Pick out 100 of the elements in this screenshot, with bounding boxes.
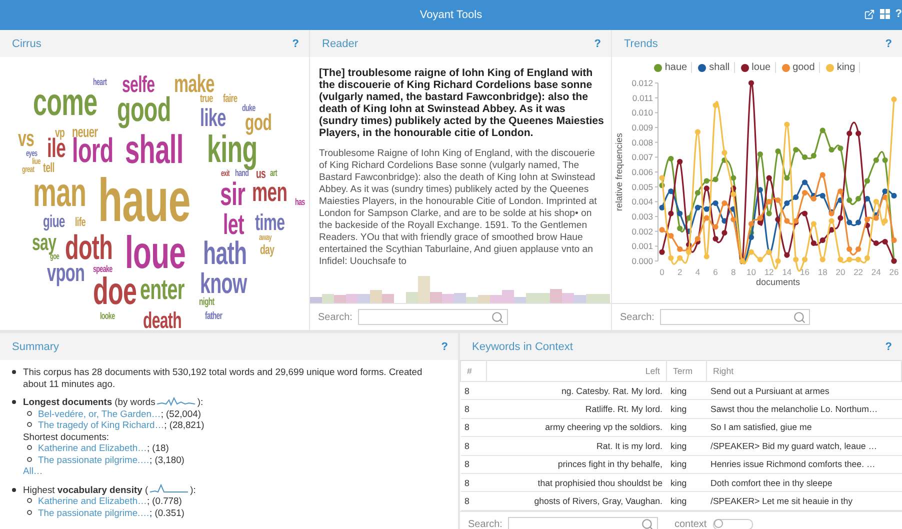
data-point[interactable] bbox=[882, 194, 888, 200]
cloud-word[interactable]: eyes bbox=[26, 150, 38, 158]
data-point[interactable] bbox=[668, 210, 674, 216]
data-point[interactable] bbox=[730, 191, 736, 198]
column-header[interactable]: # bbox=[460, 360, 486, 382]
document-link[interactable]: The passionate pilgrime.… bbox=[38, 454, 150, 465]
search-field[interactable] bbox=[508, 516, 658, 529]
column-header[interactable]: Term bbox=[666, 360, 706, 382]
cloud-word[interactable]: duke bbox=[242, 105, 256, 114]
legend-item[interactable]: shall bbox=[698, 62, 735, 73]
cloud-word[interactable]: enter bbox=[140, 278, 184, 302]
slider-thumb[interactable] bbox=[714, 519, 723, 528]
data-point[interactable] bbox=[846, 130, 852, 136]
help-button[interactable]: ? bbox=[594, 38, 601, 50]
cloud-word[interactable]: men bbox=[252, 181, 288, 204]
help-button[interactable]: ? bbox=[292, 38, 299, 50]
data-point[interactable] bbox=[810, 240, 816, 246]
data-point[interactable] bbox=[810, 196, 816, 202]
cloud-word[interactable]: hath bbox=[203, 240, 247, 268]
data-point[interactable] bbox=[659, 249, 665, 255]
cloud-word[interactable]: death bbox=[143, 311, 182, 330]
data-point[interactable] bbox=[694, 204, 700, 210]
data-point[interactable] bbox=[686, 215, 692, 221]
data-point[interactable] bbox=[766, 175, 772, 181]
cloud-word[interactable]: speake bbox=[93, 266, 112, 274]
data-point[interactable] bbox=[766, 198, 772, 204]
cloud-word[interactable]: make bbox=[174, 74, 214, 95]
data-point[interactable] bbox=[748, 249, 754, 255]
data-point[interactable] bbox=[730, 206, 736, 212]
cloud-word[interactable]: god bbox=[245, 113, 272, 132]
cloud-word[interactable]: vs bbox=[18, 129, 34, 148]
data-point[interactable] bbox=[784, 200, 790, 206]
cloud-word[interactable]: doth bbox=[65, 234, 113, 264]
cloud-word[interactable]: doe bbox=[93, 276, 137, 308]
cloud-word[interactable]: life bbox=[75, 217, 86, 228]
data-point[interactable] bbox=[873, 240, 879, 246]
data-point[interactable] bbox=[730, 186, 736, 192]
data-point[interactable] bbox=[864, 216, 870, 222]
cloud-word[interactable]: giue bbox=[43, 215, 65, 230]
data-point[interactable] bbox=[802, 210, 808, 216]
cloud-word[interactable]: loue bbox=[125, 234, 186, 273]
cloud-word[interactable]: ile bbox=[47, 137, 66, 160]
cloud-word[interactable]: night bbox=[199, 299, 214, 308]
data-point[interactable] bbox=[838, 188, 844, 194]
document-link[interactable]: Katherine and Elizabeth… bbox=[38, 495, 147, 506]
data-point[interactable] bbox=[704, 206, 710, 212]
cloud-word[interactable]: has bbox=[295, 199, 305, 208]
cloud-word[interactable]: heart bbox=[93, 79, 107, 88]
cloud-word[interactable]: exit bbox=[221, 170, 230, 178]
cloud-word[interactable]: day bbox=[260, 244, 274, 256]
cloud-word[interactable]: sir bbox=[220, 181, 246, 208]
cloud-word[interactable]: liue bbox=[32, 158, 40, 166]
help-button[interactable]: ? bbox=[441, 340, 448, 352]
data-point[interactable] bbox=[793, 194, 799, 200]
data-point[interactable] bbox=[856, 130, 862, 136]
cloud-word[interactable]: haue bbox=[98, 175, 190, 227]
cloud-word[interactable]: true bbox=[200, 95, 213, 105]
data-point[interactable] bbox=[784, 252, 790, 258]
data-point[interactable] bbox=[712, 224, 718, 230]
cloud-word[interactable]: lord bbox=[72, 137, 114, 166]
data-point[interactable] bbox=[793, 218, 799, 224]
data-point[interactable] bbox=[712, 200, 718, 206]
document-link[interactable]: The passionate pilgrime.… bbox=[38, 506, 150, 518]
data-point[interactable] bbox=[828, 227, 834, 233]
data-point[interactable] bbox=[677, 210, 683, 216]
cloud-word[interactable]: like bbox=[200, 108, 226, 129]
cloud-word[interactable]: great bbox=[22, 166, 34, 174]
cloud-word[interactable]: us bbox=[256, 168, 266, 180]
column-header[interactable]: Left bbox=[486, 360, 666, 382]
cloud-word[interactable]: selfe bbox=[122, 75, 155, 94]
data-point[interactable] bbox=[730, 216, 736, 222]
data-point[interactable] bbox=[820, 192, 826, 199]
data-point[interactable] bbox=[775, 197, 781, 203]
document-link[interactable]: Bel-vedére, or, The Garden… bbox=[38, 408, 161, 419]
data-point[interactable] bbox=[882, 238, 888, 245]
cloud-word[interactable]: vpon bbox=[47, 263, 85, 284]
document-link[interactable]: The tragedy of King Richard… bbox=[38, 419, 164, 430]
data-point[interactable] bbox=[686, 242, 692, 248]
data-point[interactable] bbox=[802, 180, 808, 186]
data-point[interactable] bbox=[757, 187, 763, 193]
cloud-word[interactable]: know bbox=[200, 272, 247, 296]
data-point[interactable] bbox=[722, 230, 728, 236]
cloud-word[interactable]: vp bbox=[55, 127, 65, 138]
data-point[interactable] bbox=[820, 237, 826, 244]
data-point[interactable] bbox=[704, 186, 710, 192]
data-point[interactable] bbox=[757, 215, 763, 221]
cloud-word[interactable]: come bbox=[33, 87, 98, 120]
data-point[interactable] bbox=[668, 188, 674, 194]
data-point[interactable] bbox=[722, 218, 728, 224]
windows-icon[interactable] bbox=[880, 9, 890, 19]
data-point[interactable] bbox=[891, 192, 897, 199]
help-button[interactable]: ? bbox=[885, 38, 892, 50]
cloud-word[interactable]: man bbox=[33, 177, 86, 211]
cloud-word[interactable]: shall bbox=[125, 134, 184, 168]
search-field[interactable] bbox=[660, 309, 810, 325]
cloud-word[interactable]: say bbox=[32, 233, 56, 252]
legend-item[interactable]: loue bbox=[740, 62, 776, 73]
data-point[interactable] bbox=[846, 220, 852, 226]
data-point[interactable] bbox=[838, 197, 844, 203]
context-slider[interactable] bbox=[712, 519, 753, 529]
